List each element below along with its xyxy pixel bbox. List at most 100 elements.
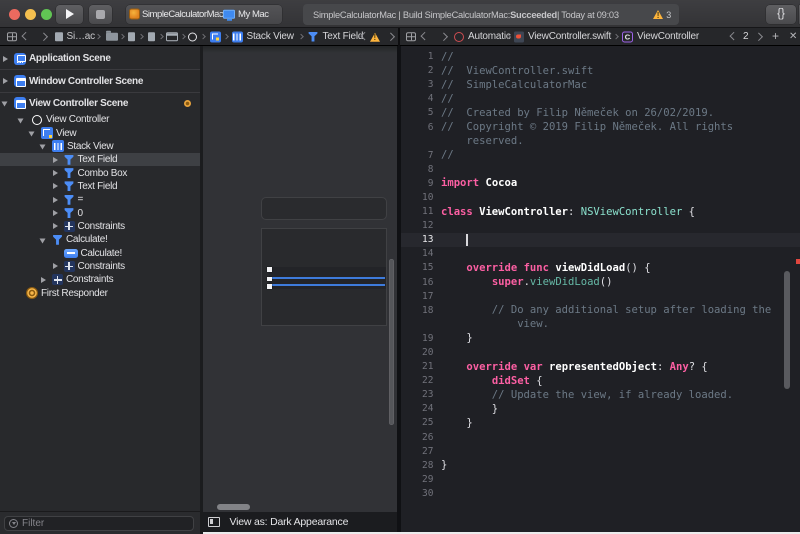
outline-row-constraints[interactable]: Constraints	[0, 273, 200, 286]
outline-row-calculate-[interactable]: Calculate!	[0, 233, 200, 246]
disclosure-triangle-icon[interactable]	[39, 238, 46, 244]
outline-row-constraints[interactable]: Constraints	[0, 260, 200, 273]
disclosure-triangle-icon[interactable]	[52, 156, 58, 163]
prev-counterpart-icon[interactable]	[729, 32, 738, 40]
back-icon[interactable]	[21, 32, 30, 40]
canvas-vertical-scrollbar[interactable]	[388, 259, 394, 425]
outline-row-window-controller-scene[interactable]: Window Controller Scene	[0, 74, 200, 88]
resize-handle[interactable]	[267, 267, 272, 272]
disclosure-triangle-icon[interactable]	[3, 55, 8, 62]
swift-file-icon[interactable]	[514, 31, 524, 42]
run-button[interactable]	[56, 4, 83, 24]
folder-icon[interactable]	[105, 30, 118, 41]
code-line-10[interactable]: 10	[401, 190, 800, 204]
code-line-28[interactable]: 28}	[401, 458, 800, 472]
source-editor[interactable]: 1 // 2 // ViewController.swift 3 // SimpleCal…	[401, 46, 800, 532]
code-line-19[interactable]: 19 }	[401, 331, 800, 345]
code-line-30[interactable]: 30	[401, 486, 800, 500]
outline-row-view-controller[interactable]: View Controller	[0, 113, 200, 126]
view-icon[interactable]	[209, 31, 221, 42]
code-line-4[interactable]: 4 //	[401, 92, 800, 106]
resize-handle[interactable]	[267, 276, 272, 281]
outline-row-0[interactable]: 0	[0, 206, 200, 219]
outline-row-stack-view[interactable]: Stack View	[0, 140, 200, 153]
code-line-23[interactable]: 23 // Update the view, if already loaded…	[401, 388, 800, 402]
outline-row-view-controller-scene[interactable]: View Controller Scene	[0, 97, 200, 110]
code-line-8[interactable]: 8	[401, 162, 800, 176]
breadcrumb-stack-view[interactable]: Stack View	[247, 28, 294, 45]
resize-handle[interactable]	[267, 284, 272, 289]
view-as-bar[interactable]: View as: Dark Appearance	[202, 512, 397, 532]
code-line-13[interactable]: 13	[401, 233, 800, 247]
file-icon[interactable]	[127, 31, 135, 42]
code-snippets-button[interactable]: {}	[766, 4, 796, 24]
filter-input[interactable]: Filter	[4, 516, 194, 531]
code-line-9[interactable]: 9 import Cocoa	[401, 176, 800, 190]
minimize-window-button[interactable]	[25, 8, 36, 20]
window-titlebar-mock[interactable]	[261, 197, 387, 220]
next-counterpart-icon[interactable]	[754, 32, 763, 40]
automatic-mode-icon[interactable]	[454, 31, 464, 42]
code-line-20[interactable]: 20	[401, 345, 800, 359]
window-icon[interactable]	[166, 31, 178, 42]
outline-row-constraints[interactable]: Constraints	[0, 220, 200, 233]
breadcrumb-text-field[interactable]: Text Field	[323, 28, 364, 45]
disclosure-triangle-icon[interactable]	[52, 263, 58, 270]
warning-count[interactable]: 3	[666, 10, 671, 20]
disclosure-triangle-icon[interactable]	[39, 144, 46, 150]
zoom-window-button[interactable]	[41, 8, 52, 20]
code-line-22[interactable]: 22 didSet {	[401, 374, 800, 388]
breadcrumb-file[interactable]: ViewController.swift	[528, 28, 611, 45]
code-line-14[interactable]: 14	[401, 247, 800, 261]
disclosure-triangle-icon[interactable]	[1, 101, 8, 107]
forward-icon[interactable]	[439, 32, 448, 40]
code-line-25[interactable]: 25 }	[401, 416, 800, 430]
outline-row-first-responder[interactable]: First Responder	[0, 287, 200, 300]
code-line-1[interactable]: 1 //	[401, 50, 800, 64]
code-line-2[interactable]: 2 // ViewController.swift	[401, 64, 800, 78]
code-line-3[interactable]: 3 // SimpleCalculatorMac	[401, 78, 800, 92]
view-controller-icon[interactable]	[188, 32, 197, 41]
disclosure-triangle-icon[interactable]	[52, 223, 58, 230]
disclosure-triangle-icon[interactable]	[52, 210, 58, 217]
code-line-27[interactable]: 27	[401, 444, 800, 458]
close-editor-button[interactable]: ✕	[789, 28, 797, 45]
disclosure-triangle-icon[interactable]	[17, 118, 24, 124]
disclosure-triangle-icon[interactable]	[52, 170, 58, 177]
code-line-17[interactable]: 17	[401, 289, 800, 303]
disclosure-triangle-icon[interactable]	[52, 183, 58, 190]
code-line-24[interactable]: 24 }	[401, 402, 800, 416]
outline-row-view[interactable]: View	[0, 126, 200, 140]
next-issue-icon[interactable]	[386, 32, 395, 40]
warning-badge[interactable]	[184, 99, 191, 107]
code-line-16[interactable]: 16 super.viewDidLoad()	[401, 275, 800, 289]
outline-row-calculate-[interactable]: Calculate!	[0, 246, 200, 259]
code-line-7[interactable]: 7 //	[401, 148, 800, 162]
code-line-wrap[interactable]: view.	[401, 317, 800, 331]
text-field-icon[interactable]	[308, 31, 318, 42]
code-line-11[interactable]: 11 class ViewController: NSViewController…	[401, 205, 800, 219]
document-outline[interactable]: Application Scene Window Controller Scene…	[0, 46, 200, 511]
disclosure-triangle-icon[interactable]	[41, 276, 46, 283]
outline-row--[interactable]: =	[0, 193, 200, 206]
breadcrumb-project[interactable]: Si…ac	[67, 28, 96, 45]
document-icon[interactable]	[55, 31, 63, 42]
code-line-12[interactable]: 12	[401, 219, 800, 233]
code-line-15[interactable]: 15 override func viewDidLoad() {	[401, 261, 800, 275]
disclosure-triangle-icon[interactable]	[52, 196, 58, 203]
stack-view-icon[interactable]	[231, 31, 243, 42]
window-content-mock[interactable]	[261, 228, 387, 326]
code-line-wrap[interactable]: reserved.	[401, 134, 800, 148]
canvas-horizontal-scrollbar[interactable]	[217, 504, 250, 510]
ib-canvas[interactable]	[202, 46, 397, 512]
code-line-29[interactable]: 29	[401, 472, 800, 486]
back-icon[interactable]	[420, 32, 429, 40]
code-line-18[interactable]: 18 // Do any additional setup after load…	[401, 303, 800, 317]
disclosure-triangle-icon[interactable]	[28, 131, 35, 137]
close-window-button[interactable]	[9, 8, 20, 20]
breadcrumb-symbol[interactable]: ViewController	[637, 28, 699, 45]
code-line-6[interactable]: 6 // Copyright © 2019 Filip Němeček. All …	[401, 120, 800, 134]
warning-icon[interactable]	[653, 10, 664, 20]
outline-row-application-scene[interactable]: Application Scene	[0, 52, 200, 65]
stop-button[interactable]	[89, 4, 112, 24]
